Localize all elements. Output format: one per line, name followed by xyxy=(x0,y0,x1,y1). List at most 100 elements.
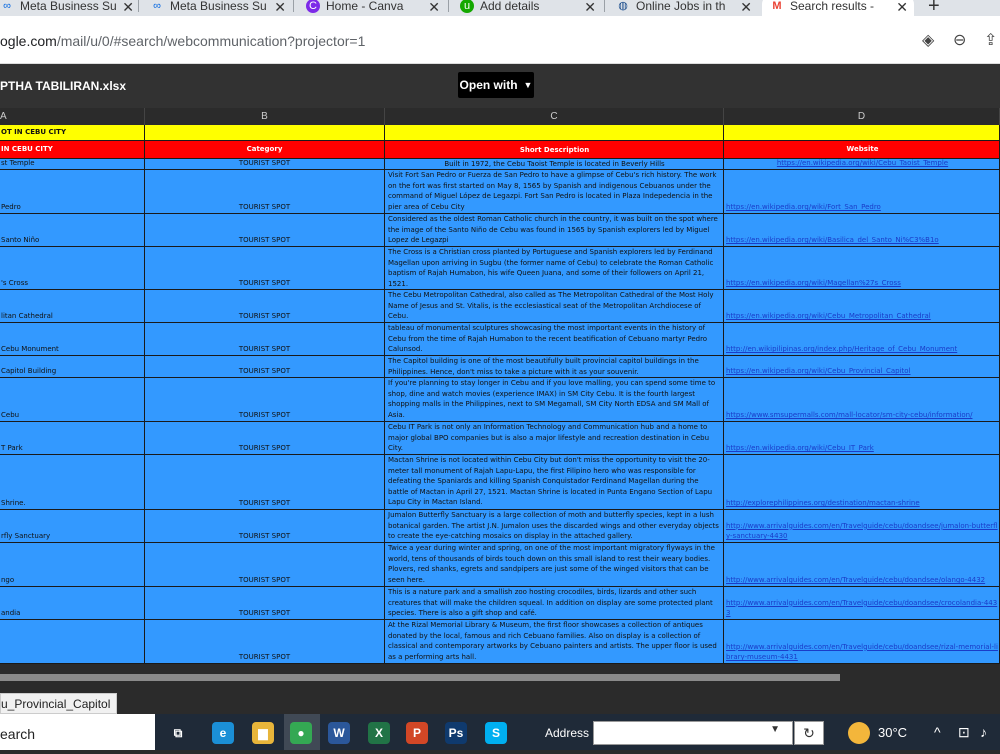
install-app-icon[interactable]: ◈ xyxy=(922,30,934,50)
website-cell: https://en.wikipedia.org/wiki/Cebu_Metro… xyxy=(724,290,1000,323)
word-icon[interactable]: W xyxy=(328,722,350,744)
horizontal-scrollbar[interactable] xyxy=(0,674,840,681)
open-with-button[interactable]: Open with ▼ xyxy=(458,72,534,98)
category-cell: TOURIST SPOT xyxy=(145,587,385,620)
chevron-up-icon[interactable]: ^ xyxy=(934,724,941,740)
table-row: litan Cathedral TOURIST SPOT The Cebu Metr… xyxy=(0,290,1000,323)
website-link[interactable]: http://explorephilippines.org/destinatio… xyxy=(726,498,920,509)
header-cell-description: Short Description xyxy=(385,141,724,159)
category-cell: TOURIST SPOT xyxy=(145,159,385,170)
tab-meta-business-1[interactable]: ∞ Meta Business Su ✕ xyxy=(0,0,134,16)
website-cell: https://en.wikipedia.org/wiki/Cebu_Provi… xyxy=(724,356,1000,378)
category-text: TOURIST SPOT xyxy=(238,159,291,168)
column-header-a: A xyxy=(0,108,145,125)
address-toolbar-input[interactable]: ▼ xyxy=(593,721,793,745)
table-row: st Temple TOURIST SPOT Built in 1972, the … xyxy=(0,159,1000,170)
cell xyxy=(385,125,724,141)
tab-search-results[interactable]: M Search results - ✕ xyxy=(762,0,914,16)
task-view-icon[interactable]: ⧉ xyxy=(167,722,189,744)
tab-label: Add details xyxy=(480,0,540,13)
file-explorer-icon[interactable]: ▆ xyxy=(252,722,274,744)
tab-add-details[interactable]: u Add details ✕ xyxy=(460,0,596,16)
category-text: TOURIST SPOT xyxy=(238,653,291,662)
table-row: Pedro TOURIST SPOT Visit Fort San Pedro or… xyxy=(0,170,1000,214)
website-link[interactable]: http://www.arrivalguides.com/en/Travelgu… xyxy=(726,642,999,663)
url-path: /mail/u/0/#search/webcommunication?proje… xyxy=(56,33,366,49)
chrome-icon[interactable]: ● xyxy=(290,722,312,744)
website-cell: https://en.wikipedia.org/wiki/Fort_San_P… xyxy=(724,170,1000,214)
share-icon[interactable]: ⇪ xyxy=(984,30,997,50)
table-row: Santo Niño TOURIST SPOT Considered as the … xyxy=(0,214,1000,247)
chevron-down-icon[interactable]: ▼ xyxy=(770,724,780,735)
search-label: earch xyxy=(0,726,36,742)
website-link[interactable]: https://en.wikipedia.org/wiki/Fort_San_P… xyxy=(726,202,881,213)
skype-icon[interactable]: S xyxy=(485,722,507,744)
close-icon[interactable]: ✕ xyxy=(122,0,134,16)
photoshop-icon[interactable]: Ps xyxy=(445,722,467,744)
tab-canva[interactable]: C Home - Canva ✕ xyxy=(306,0,440,16)
weather-icon[interactable] xyxy=(848,722,870,744)
website-link[interactable]: https://www.smsupermalls.com/mall-locato… xyxy=(726,410,972,421)
taskbar: earch ⧉ e ▆ ● W X P Ps S Address ▼ ↻ 30°C ^ ⊡ ♪ xyxy=(0,714,1000,750)
place-cell: Santo Niño xyxy=(0,214,145,247)
website-link[interactable]: https://en.wikipedia.org/wiki/Cebu_IT_Pa… xyxy=(726,443,874,454)
category-cell: TOURIST SPOT xyxy=(145,510,385,543)
table-row: Cebu TOURIST SPOT If you're planning to st… xyxy=(0,378,1000,422)
table-row: Cebu Monument TOURIST SPOT tableau of monu… xyxy=(0,323,1000,356)
new-tab-button[interactable]: + xyxy=(928,0,940,16)
website-link[interactable]: http://www.arrivalguides.com/en/Travelgu… xyxy=(726,521,999,542)
close-icon[interactable]: ✕ xyxy=(740,0,752,16)
close-icon[interactable]: ✕ xyxy=(584,0,596,16)
table-row: 's Cross TOURIST SPOT The Cross is a Chris… xyxy=(0,247,1000,290)
description-cell: The Cebu Metropolitan Cathedral, also ca… xyxy=(385,290,724,323)
category-cell: TOURIST SPOT xyxy=(145,620,385,664)
powerpoint-icon[interactable]: P xyxy=(406,722,428,744)
category-text: TOURIST SPOT xyxy=(238,279,291,288)
website-link[interactable]: https://en.wikipedia.org/wiki/Cebu_Provi… xyxy=(726,366,911,377)
place-name: ngo xyxy=(1,576,15,585)
table-row: T Park TOURIST SPOT Cebu IT Park is not on… xyxy=(0,422,1000,455)
category-cell: TOURIST SPOT xyxy=(145,543,385,587)
edge-icon[interactable]: e xyxy=(212,722,234,744)
zoom-icon[interactable]: ⊖ xyxy=(953,30,966,50)
tab-meta-business-2[interactable]: ∞ Meta Business Su ✕ xyxy=(150,0,286,16)
header-cell-place: IN CEBU CITY xyxy=(0,141,145,159)
network-icon[interactable]: ⊡ xyxy=(958,724,970,741)
close-icon[interactable]: ✕ xyxy=(274,0,286,16)
description-cell: At the Rizal Memorial Library & Museum, … xyxy=(385,620,724,664)
canva-icon: C xyxy=(306,0,320,13)
website-link[interactable]: https://en.wikipedia.org/wiki/Basilica_d… xyxy=(726,235,939,246)
category-cell: TOURIST SPOT xyxy=(145,378,385,422)
place-name: Cebu Monument xyxy=(1,345,59,354)
website-cell: http://www.arrivalguides.com/en/Travelgu… xyxy=(724,510,1000,543)
place-cell: 's Cross xyxy=(0,247,145,290)
website-cell: http://en.wikipilipinas.org/index.php/He… xyxy=(724,323,1000,356)
website-link[interactable]: http://en.wikipilipinas.org/index.php/He… xyxy=(726,344,957,355)
upwork-icon: u xyxy=(460,0,474,13)
place-name: Santo Niño xyxy=(1,236,40,245)
website-link[interactable]: https://en.wikipedia.org/wiki/Cebu_Taois… xyxy=(777,159,948,169)
website-link[interactable]: https://en.wikipedia.org/wiki/Cebu_Metro… xyxy=(726,311,931,322)
refresh-icon[interactable]: ↻ xyxy=(794,721,824,745)
website-cell: https://en.wikipedia.org/wiki/Cebu_Taois… xyxy=(724,159,1000,170)
excel-icon[interactable]: X xyxy=(368,722,390,744)
website-cell: https://en.wikipedia.org/wiki/Magellan%2… xyxy=(724,247,1000,290)
tab-online-jobs[interactable]: ◍ Online Jobs in th ✕ xyxy=(616,0,752,16)
tab-label: Meta Business Su xyxy=(20,0,117,13)
close-icon[interactable]: ✕ xyxy=(896,0,908,16)
address-toolbar-label: Address xyxy=(545,726,590,740)
url-field[interactable]: ogle.com/mail/u/0/#search/webcommunicati… xyxy=(0,33,365,49)
close-icon[interactable]: ✕ xyxy=(428,0,440,16)
meta-icon: ∞ xyxy=(153,0,161,12)
volume-icon[interactable]: ♪ xyxy=(980,724,987,740)
place-cell: rfly Sanctuary xyxy=(0,510,145,543)
category-cell: TOURIST SPOT xyxy=(145,422,385,455)
description-cell: If you're planning to stay longer in Ceb… xyxy=(385,378,724,422)
website-link[interactable]: http://www.arrivalguides.com/en/Travelgu… xyxy=(726,575,985,586)
taskbar-search[interactable]: earch xyxy=(0,714,155,750)
url-domain: ogle.com xyxy=(0,33,57,49)
website-link[interactable]: https://en.wikipedia.org/wiki/Magellan%2… xyxy=(726,278,901,289)
caret-down-icon: ▼ xyxy=(523,80,533,90)
temperature[interactable]: 30°C xyxy=(878,725,907,740)
website-link[interactable]: http://www.arrivalguides.com/en/Travelgu… xyxy=(726,598,999,619)
